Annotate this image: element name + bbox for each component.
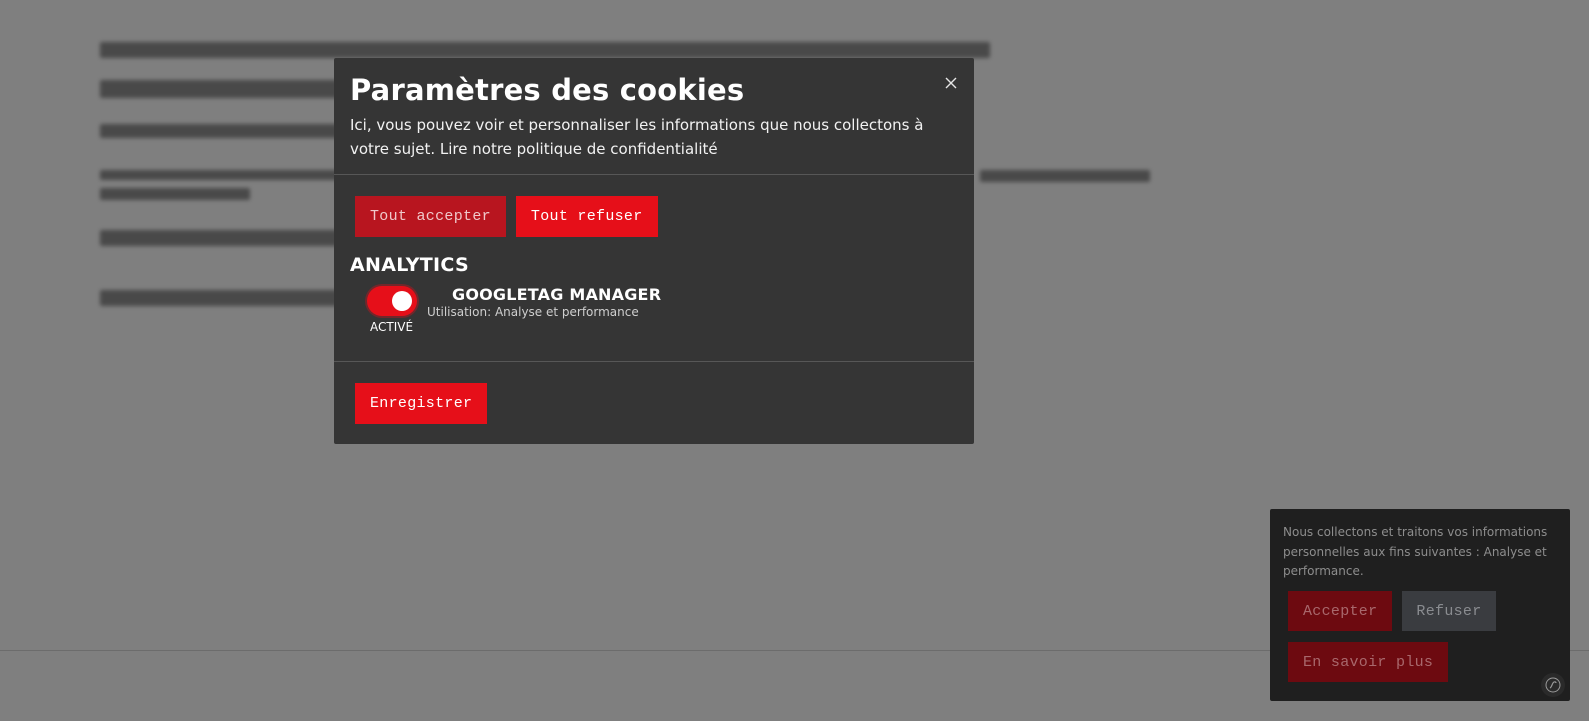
banner-text: Nous collectons et traitons vos informat… (1283, 525, 1548, 578)
googletag-manager-toggle[interactable] (367, 286, 417, 316)
banner-refuse-button[interactable]: Refuser (1402, 591, 1496, 631)
banner-more-row: En savoir plus (1288, 642, 1449, 682)
modal-title: Paramètres des cookies (350, 73, 745, 107)
save-row: Enregistrer (355, 383, 488, 424)
banner-actions: Accepter Refuser (1288, 591, 1496, 631)
modal-description: Ici, vous pouvez voir et personnaliser l… (350, 116, 924, 158)
toggle-knob (392, 291, 412, 311)
save-button[interactable]: Enregistrer (355, 383, 488, 424)
accept-all-button[interactable]: Tout accepter (355, 196, 506, 237)
cookie-settings-modal: Paramètres des cookies Ici, vous pouvez … (334, 58, 974, 444)
banner-accept-button[interactable]: Accepter (1288, 591, 1393, 631)
cookie-banner: Nous collectons et traitons vos informat… (1270, 509, 1570, 701)
modal-divider (334, 361, 974, 362)
learn-more-button[interactable]: En savoir plus (1288, 642, 1449, 682)
toggle-state-label: ACTIVÉ (370, 320, 414, 334)
service-usage: Utilisation: Analyse et performance (427, 305, 639, 319)
modal-header: Paramètres des cookies Ici, vous pouvez … (334, 58, 974, 175)
consent-actions: Tout accepter Tout refuser (355, 196, 658, 237)
close-icon[interactable] (942, 74, 960, 92)
analytics-section-title: ANALYTICS (350, 254, 469, 276)
refuse-all-button[interactable]: Tout refuser (515, 196, 658, 237)
symfony-logo-icon[interactable] (1541, 673, 1565, 697)
service-name: GOOGLETAG MANAGER (452, 285, 662, 304)
